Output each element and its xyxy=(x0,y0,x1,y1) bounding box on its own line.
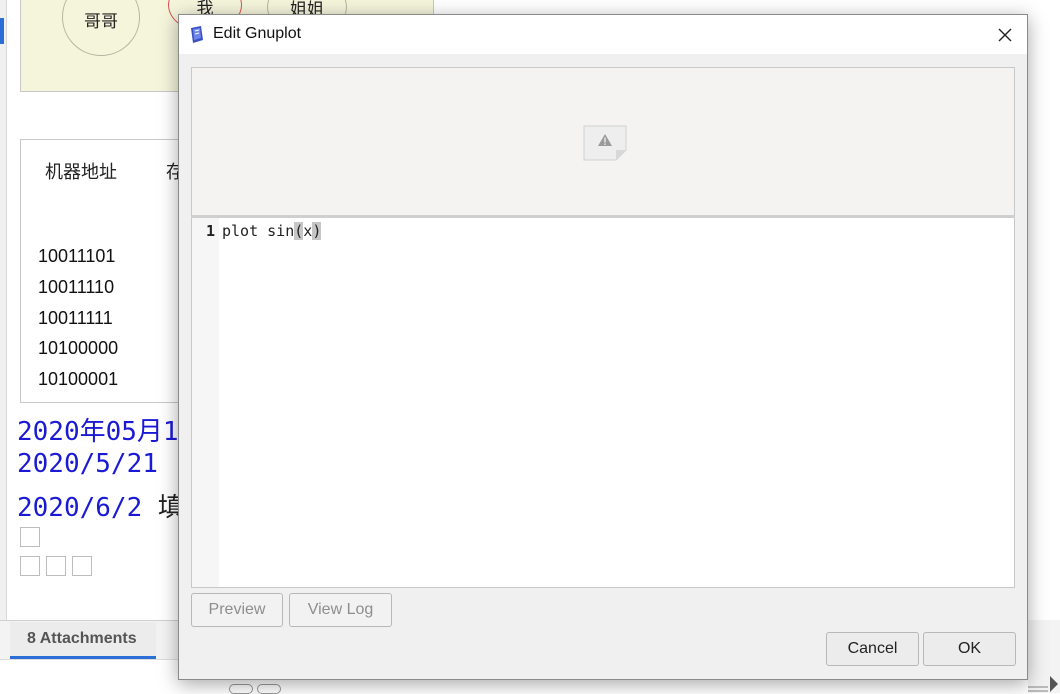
table-header-address: 机器地址 xyxy=(45,162,117,183)
left-gutter xyxy=(0,0,7,620)
checkbox[interactable] xyxy=(20,556,40,576)
table-cell-address: 10011110 xyxy=(38,277,115,297)
gnuplot-app-icon xyxy=(191,26,203,43)
ok-button[interactable]: OK xyxy=(923,632,1016,666)
table-cell-address: 10100000 xyxy=(38,338,119,358)
plot-preview-area xyxy=(191,67,1015,216)
date-line: 2020/5/21 xyxy=(17,449,158,479)
table-cell-address: 10011101 xyxy=(38,246,116,266)
bracket-match-open: ( xyxy=(294,222,304,240)
code-line[interactable]: plot sin(x) xyxy=(222,222,322,240)
date-line: 2020年05月1 xyxy=(17,417,179,447)
scroll-menu-icon[interactable] xyxy=(1028,620,1060,693)
tab-attachments[interactable]: 8 Attachments xyxy=(10,622,156,659)
edit-gnuplot-dialog: Edit Gnuplot 1 plot sin(x) Preview View … xyxy=(178,14,1028,680)
left-accent-marker xyxy=(0,18,4,44)
preview-button[interactable]: Preview xyxy=(191,593,283,627)
cancel-button[interactable]: Cancel xyxy=(826,632,919,666)
line-number: 1 xyxy=(206,222,216,240)
code-text: plot sin xyxy=(222,222,295,240)
code-argument: x xyxy=(303,222,313,240)
checkbox[interactable] xyxy=(46,556,66,576)
bracket-match-close: ) xyxy=(312,222,322,240)
date-line-text: 2020/6/2 xyxy=(17,493,143,523)
view-log-button[interactable]: View Log xyxy=(289,593,392,627)
dialog-title: Edit Gnuplot xyxy=(213,25,302,42)
table-cell-address: 10011111 xyxy=(38,308,113,328)
line-number-gutter: 1 xyxy=(192,218,219,587)
date-line: 2020/6/2 填 xyxy=(17,487,184,524)
broken-image-icon xyxy=(583,125,627,161)
dialog-titlebar[interactable]: Edit Gnuplot xyxy=(179,15,1027,54)
checkbox[interactable] xyxy=(20,527,40,547)
checkbox[interactable] xyxy=(72,556,92,576)
diagram-node-gege: 哥哥 xyxy=(62,0,140,56)
close-icon[interactable] xyxy=(993,23,1017,47)
table-cell-address: 10100001 xyxy=(38,369,119,389)
gnuplot-code-editor[interactable]: 1 plot sin(x) xyxy=(191,218,1015,588)
